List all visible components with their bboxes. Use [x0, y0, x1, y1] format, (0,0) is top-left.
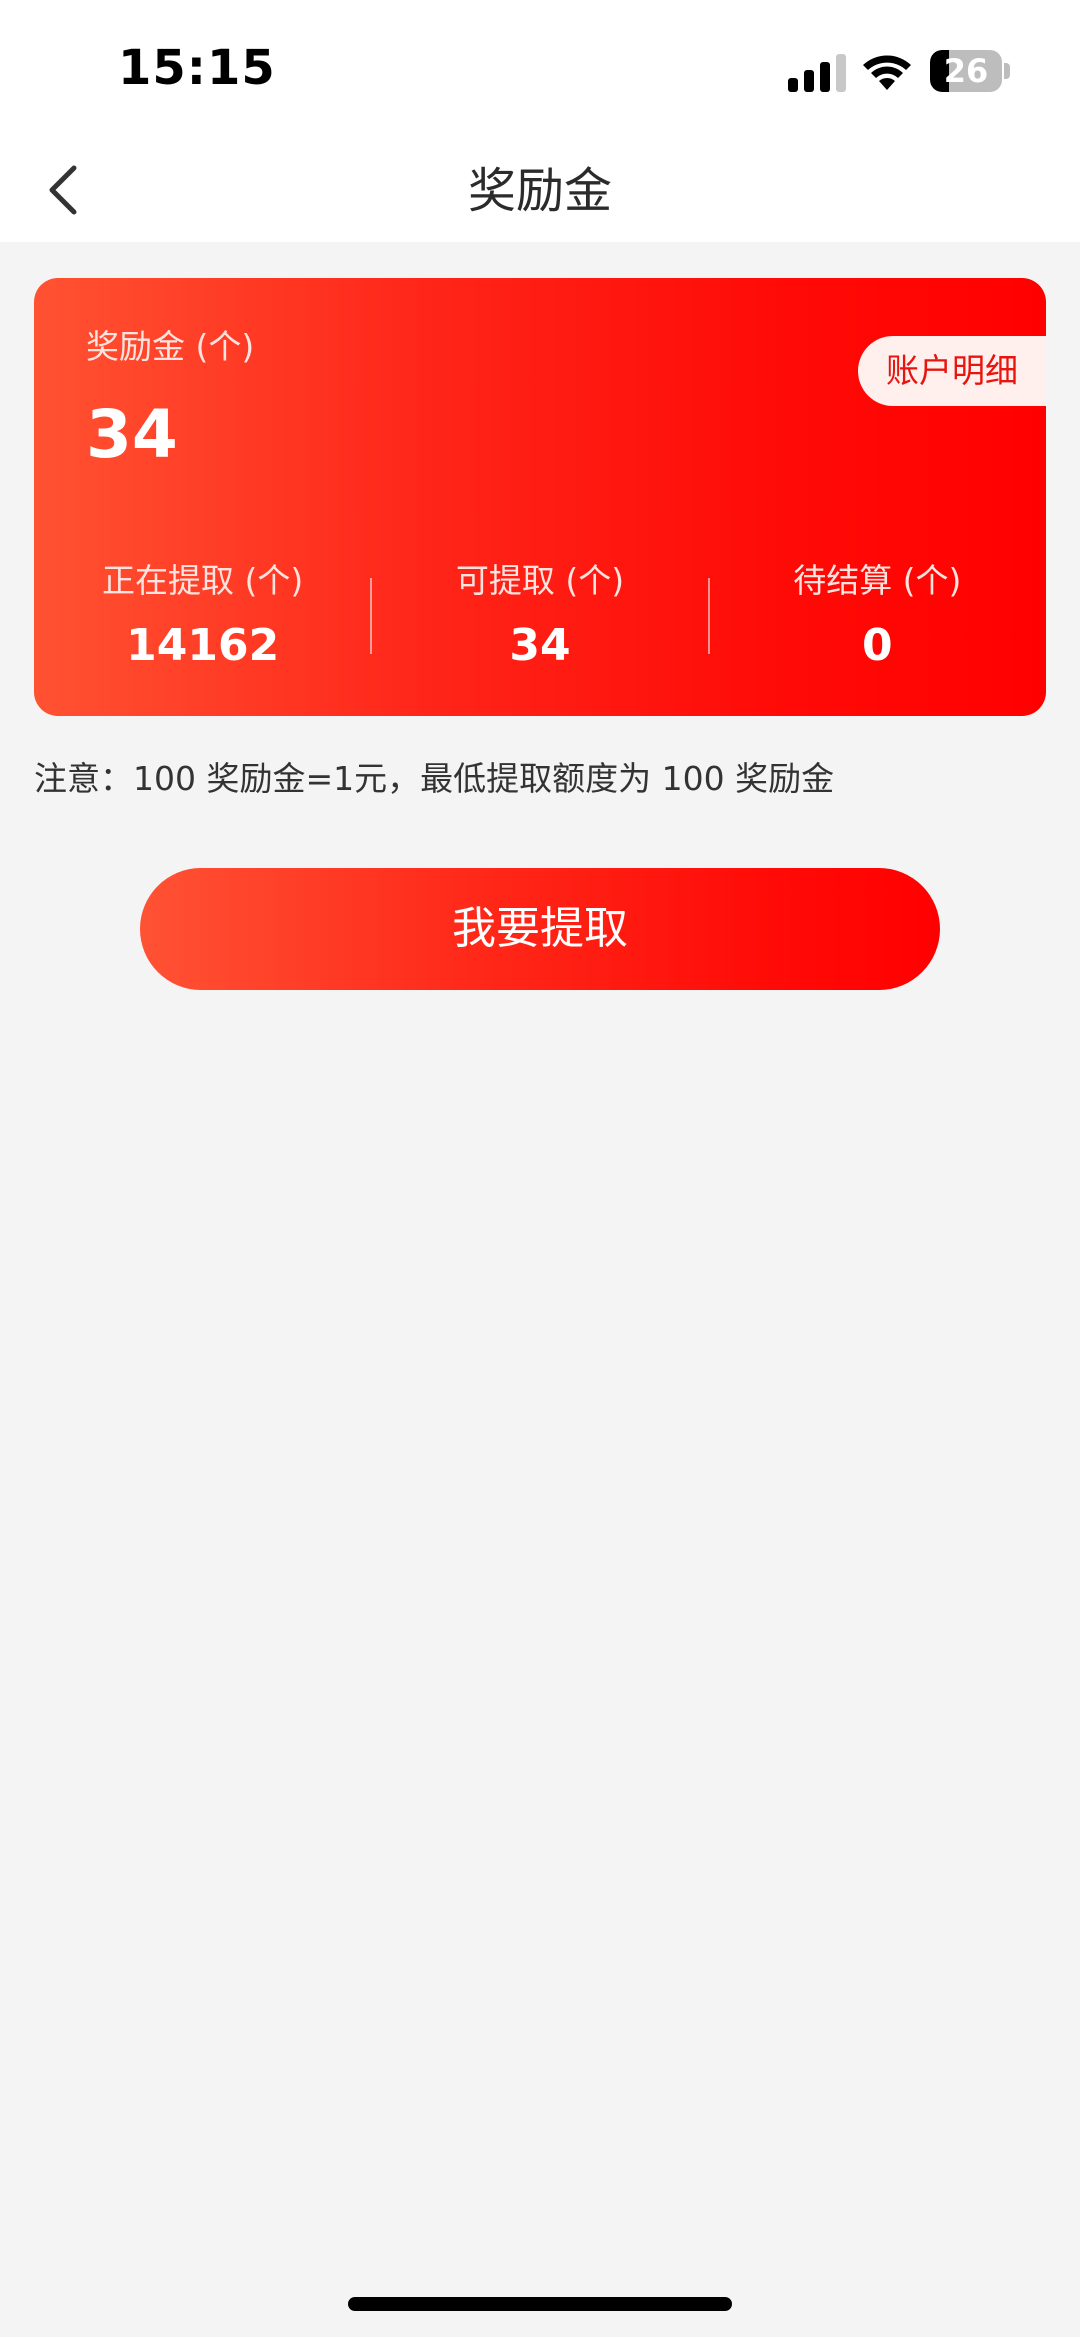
balance-amount: 34	[86, 396, 178, 473]
stat-label: 待结算 (个)	[793, 561, 962, 600]
nav-bar: 奖励金	[0, 140, 1080, 242]
stat-value: 14162	[126, 620, 280, 671]
stat-value: 0	[862, 620, 893, 671]
status-bar: 15:15 26	[0, 0, 1080, 140]
balance-label: 奖励金 (个)	[86, 327, 255, 366]
withdraw-button[interactable]: 我要提取	[140, 868, 940, 990]
stat-label: 正在提取 (个)	[102, 561, 304, 600]
stat-label: 可提取 (个)	[455, 561, 625, 600]
battery-cap	[1004, 63, 1010, 79]
signal-icon	[788, 54, 846, 92]
stat-value: 34	[509, 620, 571, 671]
stat-pending: 待结算 (个) 0	[709, 558, 1046, 671]
battery-icon: 26	[930, 50, 1002, 92]
wifi-icon	[863, 55, 911, 90]
balance-card: 奖励金 (个) 34 账户明细 正在提取 (个) 14162 可提取 (个) 3…	[34, 278, 1046, 716]
chevron-left-icon	[49, 165, 77, 215]
home-indicator	[348, 2297, 732, 2311]
page-title: 奖励金	[467, 163, 612, 219]
stat-withdrawable: 可提取 (个) 34	[371, 558, 708, 671]
account-detail-button[interactable]: 账户明细	[858, 336, 1046, 406]
stats-row: 正在提取 (个) 14162 可提取 (个) 34 待结算 (个) 0	[34, 558, 1046, 671]
back-button[interactable]	[24, 150, 104, 230]
stat-divider	[708, 578, 710, 654]
stat-withdrawing: 正在提取 (个) 14162	[34, 558, 371, 671]
battery-level: 26	[943, 52, 989, 90]
notice-text: 注意：100 奖励金=1元，最低提取额度为 100 奖励金	[34, 759, 835, 798]
stat-divider	[370, 578, 372, 654]
status-time: 15:15	[118, 40, 276, 96]
